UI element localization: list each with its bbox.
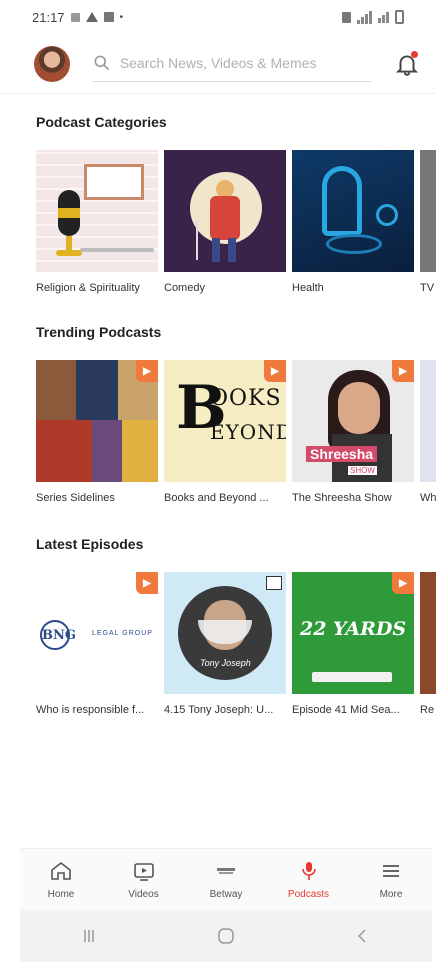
home-button-icon[interactable] bbox=[216, 926, 236, 946]
notification-bell[interactable] bbox=[394, 50, 420, 77]
latest-row: BNG LEGAL GROUP ▶ Who is responsible f..… bbox=[36, 572, 436, 732]
app-header bbox=[0, 34, 436, 94]
podcast-icon bbox=[301, 862, 316, 880]
section-title-latest: Latest Episodes bbox=[36, 536, 144, 552]
episode-thumb bbox=[420, 572, 436, 694]
category-card[interactable]: TV bbox=[420, 150, 436, 294]
betway-icon bbox=[217, 868, 235, 874]
podcast-label: Wh bbox=[420, 492, 436, 504]
episode-thumb: BNG LEGAL GROUP ▶ bbox=[36, 572, 158, 694]
nav-label: Betway bbox=[209, 889, 243, 900]
podcast-label: Books and Beyond ... bbox=[164, 492, 269, 504]
episode-badge: ▶ bbox=[136, 572, 158, 594]
podcast-badge: ▶ bbox=[136, 360, 158, 382]
episode-card[interactable]: Re bbox=[420, 572, 436, 716]
nav-label: Home bbox=[47, 889, 75, 900]
search-input[interactable] bbox=[119, 55, 372, 71]
category-thumb bbox=[36, 150, 158, 272]
podcast-label: Series Sidelines bbox=[36, 492, 115, 504]
category-thumb bbox=[292, 150, 414, 272]
system-nav bbox=[20, 910, 432, 962]
avatar[interactable] bbox=[34, 45, 70, 82]
episode-card[interactable]: 22 YARDS ▶ Episode 41 Mid Sea... bbox=[292, 572, 414, 716]
signal-icon bbox=[357, 10, 372, 24]
episode-label: 4.15 Tony Joseph: U... bbox=[164, 704, 274, 716]
category-card[interactable]: Comedy bbox=[164, 150, 286, 294]
episode-card[interactable]: Tony Joseph 4.15 Tony Joseph: U... bbox=[164, 572, 286, 716]
episode-label: Who is responsible f... bbox=[36, 704, 145, 716]
tony-caption: Tony Joseph bbox=[200, 658, 251, 668]
podcast-card[interactable]: ▶ Series Sidelines bbox=[36, 360, 158, 504]
nav-label: Videos bbox=[128, 889, 159, 900]
signal-icon-2 bbox=[378, 11, 389, 23]
podcast-card[interactable]: Wh bbox=[420, 360, 436, 504]
dot-icon: • bbox=[119, 11, 124, 23]
category-label: Religion & Spirituality bbox=[36, 282, 140, 294]
books-logo-line2: EYOND bbox=[210, 420, 286, 444]
alert-icon bbox=[85, 12, 98, 22]
shreesha-logo: Shreesha bbox=[306, 446, 378, 462]
vibrate-icon bbox=[342, 11, 351, 23]
podcast-card[interactable]: B OOKS EYOND ▶ Books and Beyond ... bbox=[164, 360, 286, 504]
home-icon bbox=[51, 861, 71, 880]
podcast-badge: ▶ bbox=[392, 360, 414, 382]
podcast-badge: ▶ bbox=[264, 360, 286, 382]
category-label: Comedy bbox=[164, 282, 205, 294]
episode-badge: ▶ bbox=[392, 572, 414, 594]
search-icon bbox=[94, 55, 110, 71]
category-label: Health bbox=[292, 282, 324, 294]
notification-dot bbox=[411, 50, 418, 58]
nav-videos[interactable]: Videos bbox=[103, 849, 185, 910]
category-thumb bbox=[420, 150, 436, 272]
episode-label: Re bbox=[420, 704, 435, 716]
episode-label: Episode 41 Mid Sea... bbox=[292, 704, 400, 716]
menu-icon bbox=[383, 865, 399, 877]
status-bar: 21:17 • bbox=[0, 0, 436, 34]
bottom-nav: Home Videos Betway Podcasts More bbox=[20, 848, 432, 910]
podcast-thumb: Shreesha SHOW ▶ bbox=[292, 360, 414, 482]
recents-icon[interactable] bbox=[79, 926, 99, 946]
search-bar[interactable] bbox=[92, 46, 372, 82]
nav-betway[interactable]: Betway bbox=[185, 849, 267, 910]
bng-logo: BNG bbox=[42, 628, 76, 643]
notification-icon bbox=[70, 12, 80, 22]
categories-row: Religion & Spirituality Comedy Health TV bbox=[36, 150, 436, 310]
podcast-thumb: B OOKS EYOND ▶ bbox=[164, 360, 286, 482]
episode-thumb: 22 YARDS ▶ bbox=[292, 572, 414, 694]
video-icon bbox=[133, 863, 154, 881]
section-title-categories: Podcast Categories bbox=[36, 114, 167, 130]
episode-card[interactable]: BNG LEGAL GROUP ▶ Who is responsible f..… bbox=[36, 572, 158, 716]
podcast-thumb bbox=[420, 360, 436, 482]
bng-logo-sub: LEGAL GROUP bbox=[92, 630, 153, 637]
gallery-icon bbox=[103, 12, 114, 22]
podcast-thumb: ▶ bbox=[36, 360, 158, 482]
nav-home[interactable]: Home bbox=[20, 849, 102, 910]
shreesha-logo-sub: SHOW bbox=[348, 466, 377, 475]
podcast-label: The Shreesha Show bbox=[292, 492, 392, 504]
nav-podcasts[interactable]: Podcasts bbox=[268, 849, 350, 910]
books-logo-line1: OOKS bbox=[210, 386, 282, 411]
nav-more[interactable]: More bbox=[350, 849, 432, 910]
nav-label: More bbox=[379, 889, 403, 900]
nav-label: Podcasts bbox=[287, 889, 330, 900]
section-title-trending: Trending Podcasts bbox=[36, 324, 162, 340]
back-icon[interactable] bbox=[353, 926, 373, 946]
category-card[interactable]: Health bbox=[292, 150, 414, 294]
status-time: 21:17 bbox=[32, 9, 65, 25]
yards-logo: 22 YARDS bbox=[300, 618, 407, 640]
category-thumb bbox=[164, 150, 286, 272]
books-mini-logo bbox=[266, 576, 282, 590]
category-card[interactable]: Religion & Spirituality bbox=[36, 150, 158, 294]
trending-row: ▶ Series Sidelines B OOKS EYOND ▶ Books … bbox=[36, 360, 436, 520]
battery-icon bbox=[395, 10, 404, 24]
category-label: TV bbox=[420, 282, 435, 294]
podcast-card[interactable]: Shreesha SHOW ▶ The Shreesha Show bbox=[292, 360, 414, 504]
episode-thumb: Tony Joseph bbox=[164, 572, 286, 694]
